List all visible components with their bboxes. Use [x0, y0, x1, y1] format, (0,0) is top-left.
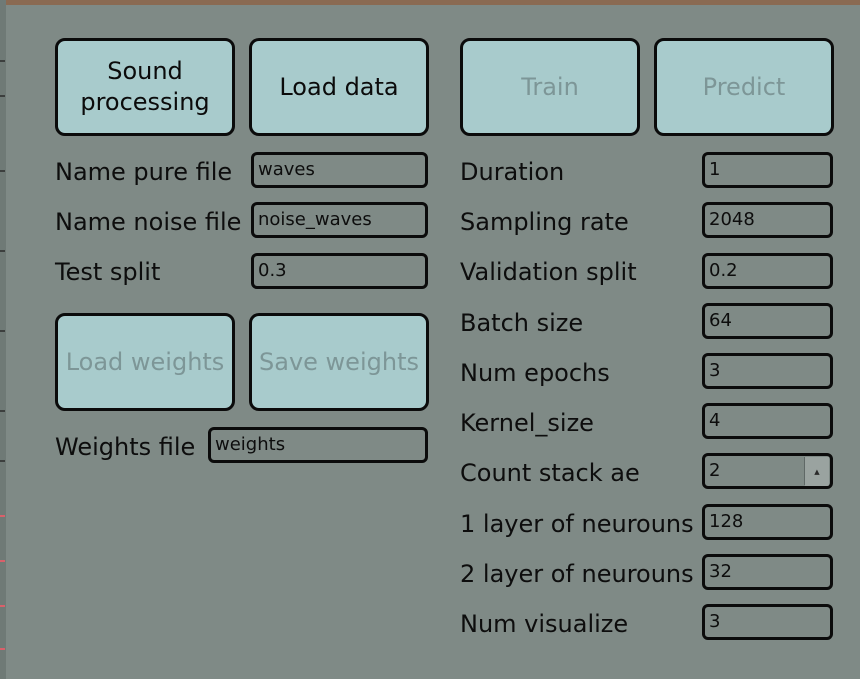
edge-tick [0, 410, 5, 412]
layer2-neurons-label: 2 layer of neurouns [460, 560, 694, 588]
window-top-border [0, 0, 860, 5]
test-split-input[interactable]: 0.3 [251, 253, 428, 289]
load-data-button[interactable]: Load data [249, 38, 429, 136]
spin-down-icon[interactable]: ▼ [805, 488, 829, 489]
layer2-neurons-input[interactable]: 32 [702, 554, 833, 590]
test-split-label: Test split [55, 258, 161, 286]
window-left-edge [0, 0, 6, 679]
batch-size-input[interactable]: 64 [702, 303, 833, 339]
load-weights-button[interactable]: Load weights [55, 313, 235, 411]
batch-size-label: Batch size [460, 309, 584, 337]
sampling-rate-input[interactable]: 2048 [702, 202, 833, 238]
duration-input[interactable]: 1 [702, 152, 833, 188]
spinbox-arrows: ▲ ▼ [804, 457, 829, 486]
spin-up-icon[interactable]: ▲ [805, 457, 829, 486]
edge-tick [0, 250, 5, 252]
name-pure-file-label: Name pure file [55, 158, 233, 186]
train-button[interactable]: Train [460, 38, 640, 136]
kernel-size-label: Kernel_size [460, 409, 594, 437]
kernel-size-input[interactable]: 4 [702, 403, 833, 439]
save-weights-button[interactable]: Save weights [249, 313, 429, 411]
edge-tick [0, 60, 5, 62]
edge-tick-red [0, 605, 5, 607]
num-epochs-input[interactable]: 3 [702, 353, 833, 389]
edge-tick [0, 95, 5, 97]
edge-tick-red [0, 560, 5, 562]
validation-split-label: Validation split [460, 258, 637, 286]
predict-button[interactable]: Predict [654, 38, 834, 136]
sampling-rate-label: Sampling rate [460, 208, 629, 236]
edge-tick-red [0, 648, 5, 650]
num-epochs-label: Num epochs [460, 359, 610, 387]
num-visualize-input[interactable]: 3 [702, 604, 833, 640]
count-stack-ae-spinbox[interactable]: 2 ▲ ▼ [702, 453, 833, 489]
edge-tick [0, 170, 5, 172]
edge-tick-red [0, 515, 5, 517]
name-pure-file-input[interactable]: waves [251, 152, 428, 188]
count-stack-ae-label: Count stack ae [460, 459, 640, 487]
name-noise-file-input[interactable]: noise_waves [251, 202, 428, 238]
count-stack-ae-value: 2 [709, 460, 721, 481]
sound-processing-button[interactable]: Sound processing [55, 38, 235, 136]
edge-tick [0, 460, 5, 462]
num-visualize-label: Num visualize [460, 610, 629, 638]
layer1-neurons-label: 1 layer of neurouns [460, 510, 694, 538]
name-noise-file-label: Name noise file [55, 208, 242, 236]
duration-label: Duration [460, 158, 565, 186]
edge-tick [0, 330, 5, 332]
layer1-neurons-input[interactable]: 128 [702, 504, 833, 540]
weights-file-input[interactable]: weights [208, 427, 428, 463]
validation-split-input[interactable]: 0.2 [702, 253, 833, 289]
weights-file-label: Weights file [55, 433, 196, 461]
